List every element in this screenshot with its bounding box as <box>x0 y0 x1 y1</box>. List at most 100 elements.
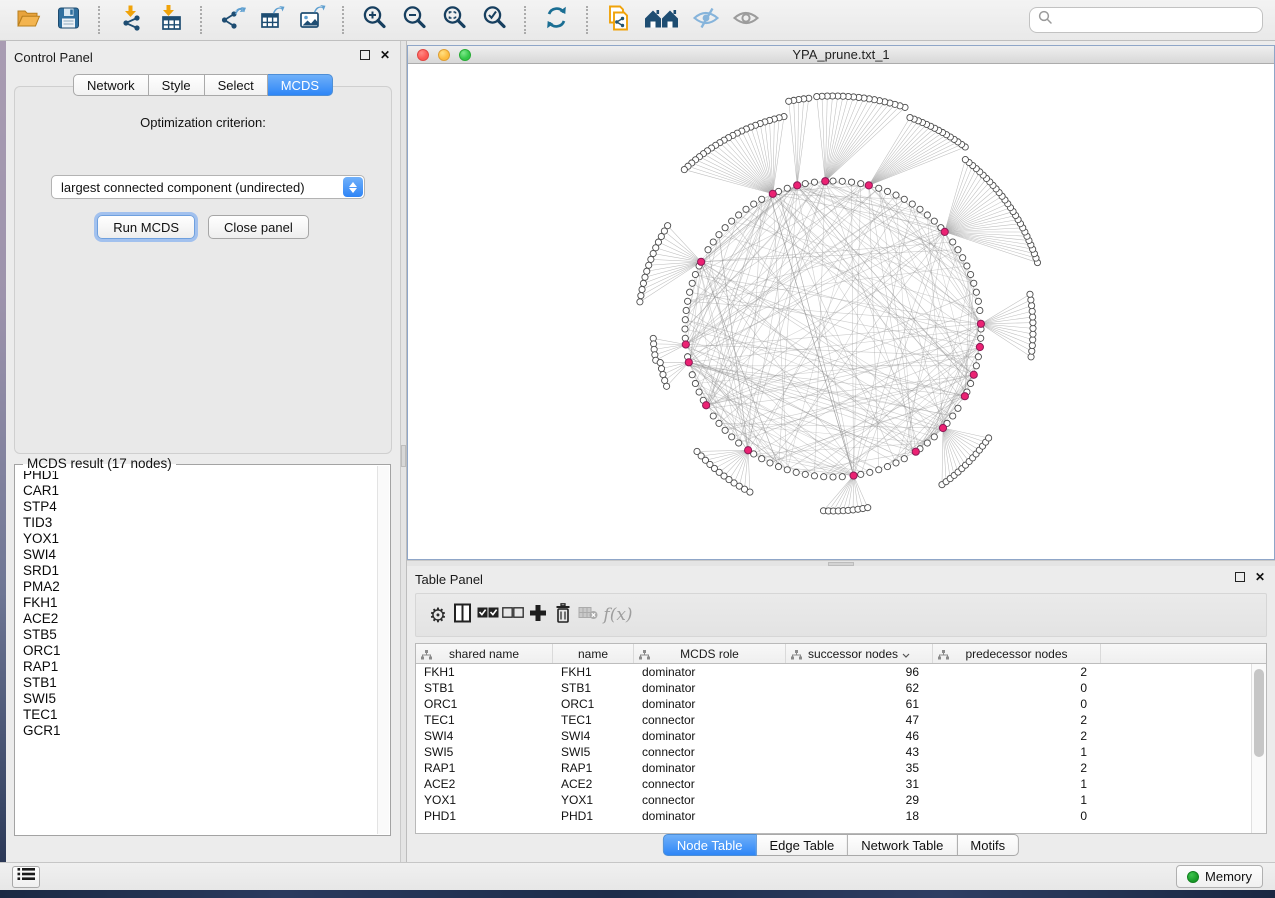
list-item[interactable]: CAR1 <box>15 483 377 499</box>
table-cell: STB1 <box>553 680 634 696</box>
table-cell: FKH1 <box>553 664 634 680</box>
column-header-successor-nodes[interactable]: successor nodes <box>786 644 933 663</box>
table-row[interactable]: ACE2ACE2connector311 <box>416 776 1266 792</box>
table-settings-button[interactable]: ⚙ <box>426 600 450 630</box>
close-panel-button[interactable]: ✕ <box>1255 572 1265 582</box>
import-table-button[interactable] <box>154 4 186 36</box>
float-panel-button[interactable] <box>360 50 370 60</box>
save-session-button[interactable] <box>52 4 84 36</box>
zoom-selected-button[interactable] <box>478 4 510 36</box>
table-cell: 46 <box>786 728 933 744</box>
list-item[interactable]: PMA2 <box>15 579 377 595</box>
network-canvas[interactable] <box>408 64 1274 559</box>
list-item[interactable]: ACE2 <box>15 611 377 627</box>
list-item[interactable]: YOX1 <box>15 531 377 547</box>
search-box[interactable] <box>1029 7 1263 33</box>
scrollbar-thumb[interactable] <box>1254 669 1264 757</box>
select-all-button[interactable] <box>476 600 500 630</box>
run-mcds-button[interactable]: Run MCDS <box>97 215 195 239</box>
search-input[interactable] <box>1058 13 1254 28</box>
zoom-fit-button[interactable] <box>438 4 470 36</box>
columns-icon <box>453 603 473 628</box>
list-item[interactable]: RAP1 <box>15 659 377 675</box>
splitter-grip[interactable] <box>401 445 406 467</box>
table-row[interactable]: ORC1ORC1dominator610 <box>416 696 1266 712</box>
table-cell: SWI4 <box>416 728 553 744</box>
show-columns-button[interactable] <box>451 600 475 630</box>
function-builder-button-disabled[interactable]: f(x) <box>601 600 635 630</box>
tab-style[interactable]: Style <box>149 74 205 96</box>
open-file-button[interactable] <box>12 4 44 36</box>
delete-table-button-disabled[interactable] <box>576 600 600 630</box>
mcds-result-list[interactable]: PHD1CAR1STP4TID3YOX1SWI4SRD1PMA2FKH1ACE2… <box>15 467 377 834</box>
import-network-button[interactable] <box>114 4 146 36</box>
float-panel-button[interactable] <box>1235 572 1245 582</box>
export-image-button[interactable] <box>296 4 328 36</box>
table-cell: 0 <box>933 680 1101 696</box>
result-list-scrollbar[interactable] <box>377 466 389 834</box>
export-table-button[interactable] <box>256 4 288 36</box>
zoom-out-button[interactable] <box>398 4 430 36</box>
duplicate-network-button[interactable] <box>602 4 634 36</box>
table-cell: 2 <box>933 664 1101 680</box>
splitter-grip[interactable] <box>828 562 854 566</box>
list-item[interactable]: STB5 <box>15 627 377 643</box>
table-row[interactable]: TEC1TEC1connector472 <box>416 712 1266 728</box>
table-cell: connector <box>634 792 786 808</box>
memory-button[interactable]: Memory <box>1176 865 1263 888</box>
tab-select[interactable]: Select <box>205 74 268 96</box>
close-panel-button[interactable]: ✕ <box>380 50 390 60</box>
close-mcds-panel-button[interactable]: Close panel <box>208 215 309 239</box>
list-item[interactable]: FKH1 <box>15 595 377 611</box>
table-row[interactable]: YOX1YOX1connector291 <box>416 792 1266 808</box>
list-item[interactable]: GCR1 <box>15 723 377 739</box>
vertical-splitter[interactable] <box>400 41 407 862</box>
first-neighbors-button[interactable] <box>642 4 682 36</box>
table-row[interactable]: STB1STB1dominator620 <box>416 680 1266 696</box>
column-header-name[interactable]: name <box>553 644 634 663</box>
table-cell: dominator <box>634 664 786 680</box>
refresh-view-button[interactable] <box>540 4 572 36</box>
list-item[interactable]: SWI5 <box>15 691 377 707</box>
optimization-criterion-select[interactable]: largest connected component (undirected) <box>51 175 365 199</box>
column-header-shared-name[interactable]: shared name <box>416 644 553 663</box>
table-scrollbar[interactable] <box>1251 664 1266 833</box>
table-cell: STB1 <box>416 680 553 696</box>
tab-edge-table[interactable]: Edge Table <box>756 834 848 856</box>
list-item[interactable]: SWI4 <box>15 547 377 563</box>
show-all-button[interactable] <box>730 4 762 36</box>
tab-network[interactable]: Network <box>73 74 149 96</box>
deselect-all-button[interactable] <box>501 600 525 630</box>
column-header-MCDS-role[interactable]: MCDS role <box>634 644 786 663</box>
table-row[interactable]: FKH1FKH1dominator962 <box>416 664 1266 680</box>
tab-network-table[interactable]: Network Table <box>848 834 957 856</box>
network-view-frame: YPA_prune.txt_1 <box>407 45 1275 560</box>
zoom-in-button[interactable] <box>358 4 390 36</box>
task-history-button[interactable] <box>12 866 40 888</box>
column-header-predecessor-nodes[interactable]: predecessor nodes <box>933 644 1101 663</box>
table-row[interactable]: RAP1RAP1dominator352 <box>416 760 1266 776</box>
table-row[interactable]: SWI4SWI4dominator462 <box>416 728 1266 744</box>
table-row[interactable]: SWI5SWI5connector431 <box>416 744 1266 760</box>
export-network-button[interactable] <box>216 4 248 36</box>
list-item[interactable]: SRD1 <box>15 563 377 579</box>
hide-selected-button[interactable] <box>690 4 722 36</box>
list-item[interactable]: STP4 <box>15 499 377 515</box>
table-row[interactable]: PHD1PHD1dominator180 <box>416 808 1266 824</box>
network-graph[interactable] <box>408 64 1274 559</box>
tab-node-table[interactable]: Node Table <box>663 834 757 856</box>
horizontal-splitter[interactable] <box>407 560 1275 566</box>
chevron-down-icon[interactable] <box>902 647 910 661</box>
list-item[interactable]: STB1 <box>15 675 377 691</box>
table-panel-title: Table Panel <box>415 572 483 587</box>
tab-mcds[interactable]: MCDS <box>268 74 333 96</box>
network-titlebar[interactable]: YPA_prune.txt_1 <box>408 46 1274 64</box>
plus-icon <box>529 604 547 627</box>
list-item[interactable]: TID3 <box>15 515 377 531</box>
tab-motifs[interactable]: Motifs <box>957 834 1019 856</box>
add-column-button[interactable] <box>526 600 550 630</box>
table-cell: 2 <box>933 728 1101 744</box>
delete-column-button[interactable] <box>551 600 575 630</box>
list-item[interactable]: ORC1 <box>15 643 377 659</box>
list-item[interactable]: TEC1 <box>15 707 377 723</box>
